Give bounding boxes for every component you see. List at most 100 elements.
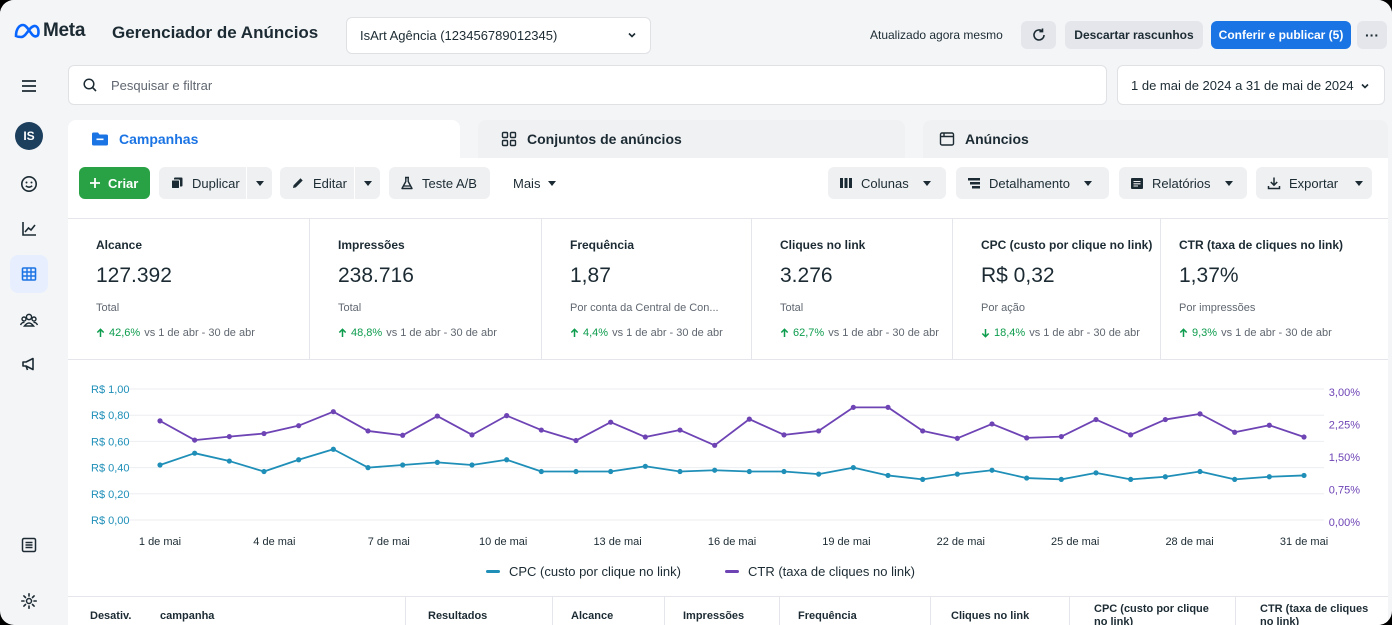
caret-down-icon [363, 180, 372, 186]
data-point-ctr [746, 416, 752, 422]
data-point-ctr [1301, 434, 1307, 440]
data-point-ctr [1058, 433, 1064, 440]
column-header-frequency[interactable]: Frequência [798, 610, 857, 623]
metric-card-cpc[interactable]: CPC (custo por clique no link) R$ 0,32 P… [953, 219, 1161, 359]
data-point-ctr [1093, 416, 1099, 423]
metric-subtitle: Total [96, 302, 120, 314]
breakdown-button[interactable]: Detalhamento [956, 167, 1109, 199]
column-header-impressions[interactable]: Impressões [683, 610, 744, 623]
metric-subtitle: Total [780, 302, 804, 314]
discard-drafts-button[interactable]: Descartar rascunhos [1065, 21, 1203, 49]
edit-dropdown[interactable] [354, 167, 380, 199]
column-header-cpc[interactable]: CPC (custo por clique no link) [1094, 603, 1214, 625]
column-header-reach[interactable]: Alcance [571, 610, 613, 623]
duplicate-dropdown[interactable] [246, 167, 272, 199]
more-options-button[interactable]: ··· [1357, 21, 1387, 49]
metric-card-ctr[interactable]: CTR (taxa de cliques no link) 1,37% Por … [1161, 219, 1388, 359]
sidebar-item-reports[interactable] [10, 210, 48, 248]
sidebar-item-overview[interactable] [10, 165, 48, 203]
column-header-results[interactable]: Resultados [428, 610, 487, 623]
edit-button[interactable]: Editar [280, 167, 380, 199]
data-point-ctr [226, 433, 232, 440]
caret-down-icon [1224, 180, 1233, 186]
duplicate-button[interactable]: Duplicar [159, 167, 272, 199]
sidebar-item-all-tools[interactable] [10, 526, 48, 564]
right-axis-tick-label: 0,00% [1329, 517, 1360, 529]
legend-label-cpc: CPC (custo por clique no link) [509, 564, 681, 579]
account-selector[interactable]: IsArt Agência (123456789012345) [346, 17, 651, 54]
chevron-down-icon [1361, 83, 1369, 89]
metric-card-reach[interactable]: Alcance 127.392 Total 42,6% vs 1 de abr … [68, 219, 310, 359]
metric-card-frequency[interactable]: Frequência 1,87 Por conta da Central de … [542, 219, 752, 359]
metric-label: CTR (taxa de cliques no link) [1179, 238, 1344, 252]
search-input[interactable] [111, 77, 1011, 93]
data-point-cpc [1128, 476, 1134, 482]
legend-item-cpc[interactable]: CPC (custo por clique no link) [486, 564, 681, 579]
column-divider [1069, 597, 1070, 625]
more-actions-button[interactable]: Mais [513, 167, 557, 199]
metric-card-link-clicks[interactable]: Cliques no link 3.276 Total 62,7% vs 1 d… [752, 219, 953, 359]
columns-button[interactable]: Colunas [828, 167, 946, 199]
search-filter-bar[interactable] [68, 65, 1107, 105]
export-label: Exportar [1289, 175, 1339, 191]
refresh-button[interactable] [1021, 21, 1056, 49]
folder-icon [92, 132, 108, 146]
column-divider [664, 597, 665, 625]
metric-subtitle: Por impressões [1179, 302, 1256, 314]
review-publish-button[interactable]: Conferir e publicar (5) [1211, 21, 1351, 49]
metric-change: 62,7% vs 1 de abr - 30 de abr [780, 327, 952, 339]
right-axis-tick-label: 0,75% [1329, 485, 1360, 497]
gear-icon [21, 593, 37, 609]
left-axis-tick-label: R$ 0,20 [91, 489, 130, 501]
reports-label: Relatórios [1152, 175, 1211, 191]
data-point-cpc [1301, 472, 1307, 479]
sidebar-item-campaigns[interactable] [10, 255, 48, 293]
legend-item-ctr[interactable]: CTR (taxa de cliques no link) [725, 564, 915, 579]
column-header-link-clicks[interactable]: Cliques no link [951, 610, 1029, 623]
sidebar-item-ads[interactable] [10, 345, 48, 383]
date-range-picker[interactable]: 1 de mai de 2024 a 31 de mai de 2024 [1117, 65, 1385, 105]
menu-icon [22, 80, 36, 92]
column-header-campaign[interactable]: campanha [160, 610, 214, 623]
caret-down-icon [1083, 180, 1092, 186]
menu-button[interactable] [10, 67, 48, 105]
duplicate-icon [171, 177, 183, 189]
data-point-cpc [192, 450, 198, 456]
audience-icon [19, 313, 39, 327]
data-point-ctr [192, 437, 198, 443]
data-point-ctr [850, 404, 856, 410]
metric-compare: vs 1 de abr - 30 de abr [612, 327, 723, 339]
column-header-ctr[interactable]: CTR (taxa de cliques no link) [1260, 603, 1370, 625]
tab-ad-sets[interactable]: Conjuntos de anúncios [478, 120, 905, 158]
sidebar-item-audiences[interactable] [10, 301, 48, 339]
tab-campaigns[interactable]: Campanhas [68, 120, 460, 158]
export-button[interactable]: Exportar [1256, 167, 1372, 199]
data-point-ctr [1197, 411, 1203, 417]
tab-ads[interactable]: Anúncios [923, 120, 1388, 158]
sidebar-item-settings[interactable] [10, 582, 48, 620]
caret-down-icon [255, 180, 264, 186]
metric-subtitle: Total [338, 302, 362, 314]
create-button[interactable]: Criar [79, 167, 150, 199]
data-point-cpc [1024, 475, 1030, 481]
account-avatar-button[interactable]: IS [10, 117, 48, 155]
data-point-ctr [816, 428, 822, 434]
reports-button[interactable]: Relatórios [1119, 167, 1247, 199]
metric-value: R$ 0,32 [981, 264, 1055, 287]
meta-logo[interactable]: Meta [13, 20, 85, 42]
metric-change-pct: 9,3% [1192, 327, 1218, 339]
chart-icon [22, 222, 36, 236]
export-dropdown[interactable] [1346, 167, 1372, 199]
right-axis-tick-label: 1,50% [1329, 452, 1360, 464]
metric-card-impressions[interactable]: Impressões 238.716 Total 48,8% vs 1 de a… [310, 219, 542, 359]
download-icon [1267, 177, 1281, 190]
caret-down-icon [922, 180, 931, 186]
campaigns-panel: Criar Duplicar Editar Teste A/B Mais Col… [68, 158, 1388, 625]
metric-change-pct: 48,8% [351, 327, 383, 339]
column-divider [552, 597, 553, 625]
ab-test-button[interactable]: Teste A/B [389, 167, 490, 199]
data-point-ctr [330, 409, 336, 415]
metric-label: Impressões [338, 238, 405, 252]
data-point-ctr [608, 419, 614, 425]
column-header-off[interactable]: Desativ. [90, 610, 131, 623]
